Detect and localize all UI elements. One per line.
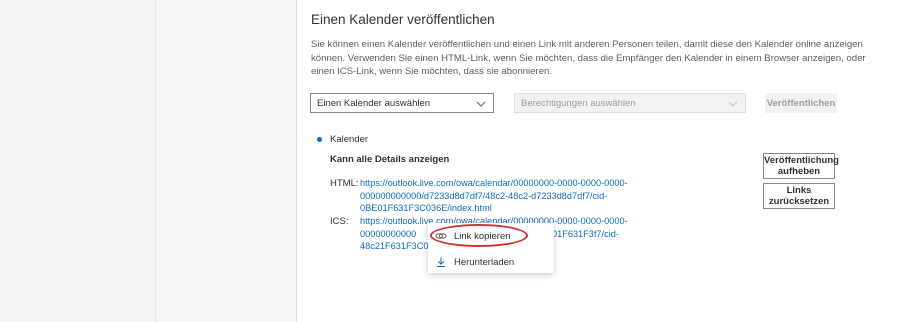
html-link-line: 000000000000/d7233d8d7df7/48c2-48c2-d723… xyxy=(360,190,608,201)
published-permission-label: Kann alle Details anzeigen xyxy=(330,154,450,165)
html-link-line: https://outlook.live.com/owa/calendar/00… xyxy=(360,178,628,188)
calendar-select-dropdown[interactable]: Einen Kalender auswählen xyxy=(310,93,494,113)
reset-links-button[interactable]: Links zurücksetzen xyxy=(763,183,835,209)
link-context-menu: Link kopieren Herunterladen xyxy=(428,223,554,273)
download-icon xyxy=(437,257,445,267)
reset-label-line1: Links xyxy=(786,185,812,196)
unpublish-label-line2: aufheben xyxy=(777,166,821,177)
settings-category-pane xyxy=(155,0,296,322)
section-description: Sie können einen Kalender veröffentliche… xyxy=(311,39,866,77)
copy-link-label: Link kopieren xyxy=(454,230,511,242)
publish-calendar-panel: Einen Kalender veröffentlichen Sie könne… xyxy=(296,0,900,322)
html-link-line: 0BE01F631F3C036E/index.html xyxy=(360,203,492,213)
section-title: Einen Kalender veröffentlichen xyxy=(311,12,495,27)
reset-label-line2: zurücksetzen xyxy=(768,196,830,207)
permission-select-label: Berechtigungen auswählen xyxy=(521,97,636,109)
chevron-down-icon xyxy=(476,101,486,107)
copy-link-menu-item[interactable]: Link kopieren xyxy=(428,225,554,247)
bullet-icon xyxy=(317,137,322,142)
permission-select-dropdown[interactable]: Berechtigungen auswählen xyxy=(514,93,746,113)
publish-button[interactable]: Veröffentlichen xyxy=(765,93,837,113)
html-link-label: HTML: xyxy=(330,178,359,189)
link-icon xyxy=(435,233,447,239)
ics-link-fragment[interactable]: 01F631F3f7/cid- xyxy=(552,228,619,241)
calendar-select-label: Einen Kalender auswählen xyxy=(317,97,431,109)
published-calendar-name: Kalender xyxy=(330,134,369,145)
left-nav-pane xyxy=(0,0,155,322)
download-label: Herunterladen xyxy=(454,256,515,268)
ics-link-label: ICS: xyxy=(330,216,349,227)
chevron-down-icon xyxy=(728,101,738,107)
download-menu-item[interactable]: Herunterladen xyxy=(428,251,554,273)
unpublish-label-line1: Veröffentlichung xyxy=(764,155,839,166)
unpublish-button[interactable]: Veröffentlichung aufheben xyxy=(763,153,839,179)
html-link[interactable]: https://outlook.live.com/owa/calendar/00… xyxy=(360,177,628,215)
